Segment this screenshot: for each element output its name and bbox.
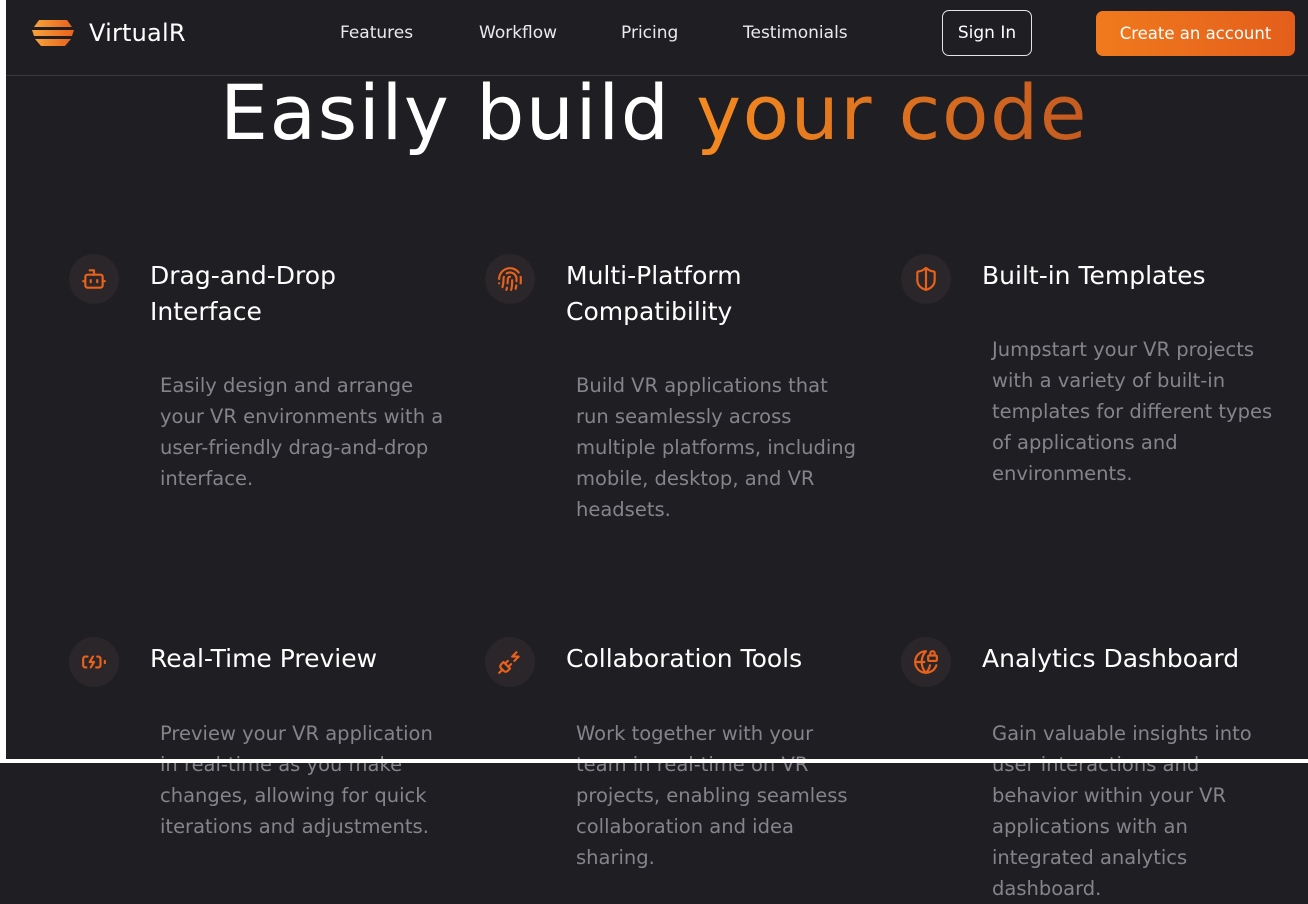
hero-title-main: Easily build bbox=[220, 68, 671, 157]
create-account-button[interactable]: Create an account bbox=[1096, 11, 1295, 56]
brand-name[interactable]: VirtualR bbox=[89, 19, 186, 47]
feature-title: Drag-and-Drop Interface bbox=[150, 261, 336, 326]
sign-in-button[interactable]: Sign In bbox=[942, 10, 1032, 56]
nav-link-pricing[interactable]: Pricing bbox=[621, 23, 678, 43]
top-navbar: VirtualR Features Workflow Pricing Testi… bbox=[6, 0, 1308, 76]
globe-lock-icon bbox=[901, 637, 951, 687]
nav-link-testimonials[interactable]: Testimonials bbox=[743, 23, 848, 43]
feature-title: Collaboration Tools bbox=[566, 644, 803, 673]
feature-title: Built-in Templates bbox=[982, 261, 1206, 290]
bot-icon bbox=[69, 254, 119, 304]
nav-link-features[interactable]: Features bbox=[340, 23, 413, 43]
feature-description: Gain valuable insights into user interac… bbox=[992, 722, 1252, 900]
feature-title: Multi-Platform Compatibility bbox=[566, 261, 742, 326]
feature-description: Build VR applications that run seamlessl… bbox=[576, 374, 857, 521]
feature-description: Jumpstart your VR projects with a variet… bbox=[992, 338, 1273, 485]
hero-title-accent: your code bbox=[696, 68, 1088, 157]
feature-description: Easily design and arrange your VR enviro… bbox=[160, 374, 444, 490]
feature-description: Work together with your team in real-tim… bbox=[576, 722, 848, 869]
feature-description: Preview your VR application in real-time… bbox=[160, 722, 433, 838]
hero-title: Easily build your code bbox=[0, 68, 1308, 158]
logo-icon[interactable] bbox=[30, 18, 76, 48]
feature-title: Real-Time Preview bbox=[150, 644, 378, 673]
battery-charging-icon bbox=[69, 637, 119, 687]
shield-half-icon bbox=[901, 254, 951, 304]
nav-link-workflow[interactable]: Workflow bbox=[479, 23, 557, 43]
fingerprint-icon bbox=[485, 254, 535, 304]
plug-zap-icon bbox=[485, 637, 535, 687]
window-bottom-edge bbox=[0, 759, 1308, 763]
feature-title: Analytics Dashboard bbox=[982, 644, 1240, 673]
